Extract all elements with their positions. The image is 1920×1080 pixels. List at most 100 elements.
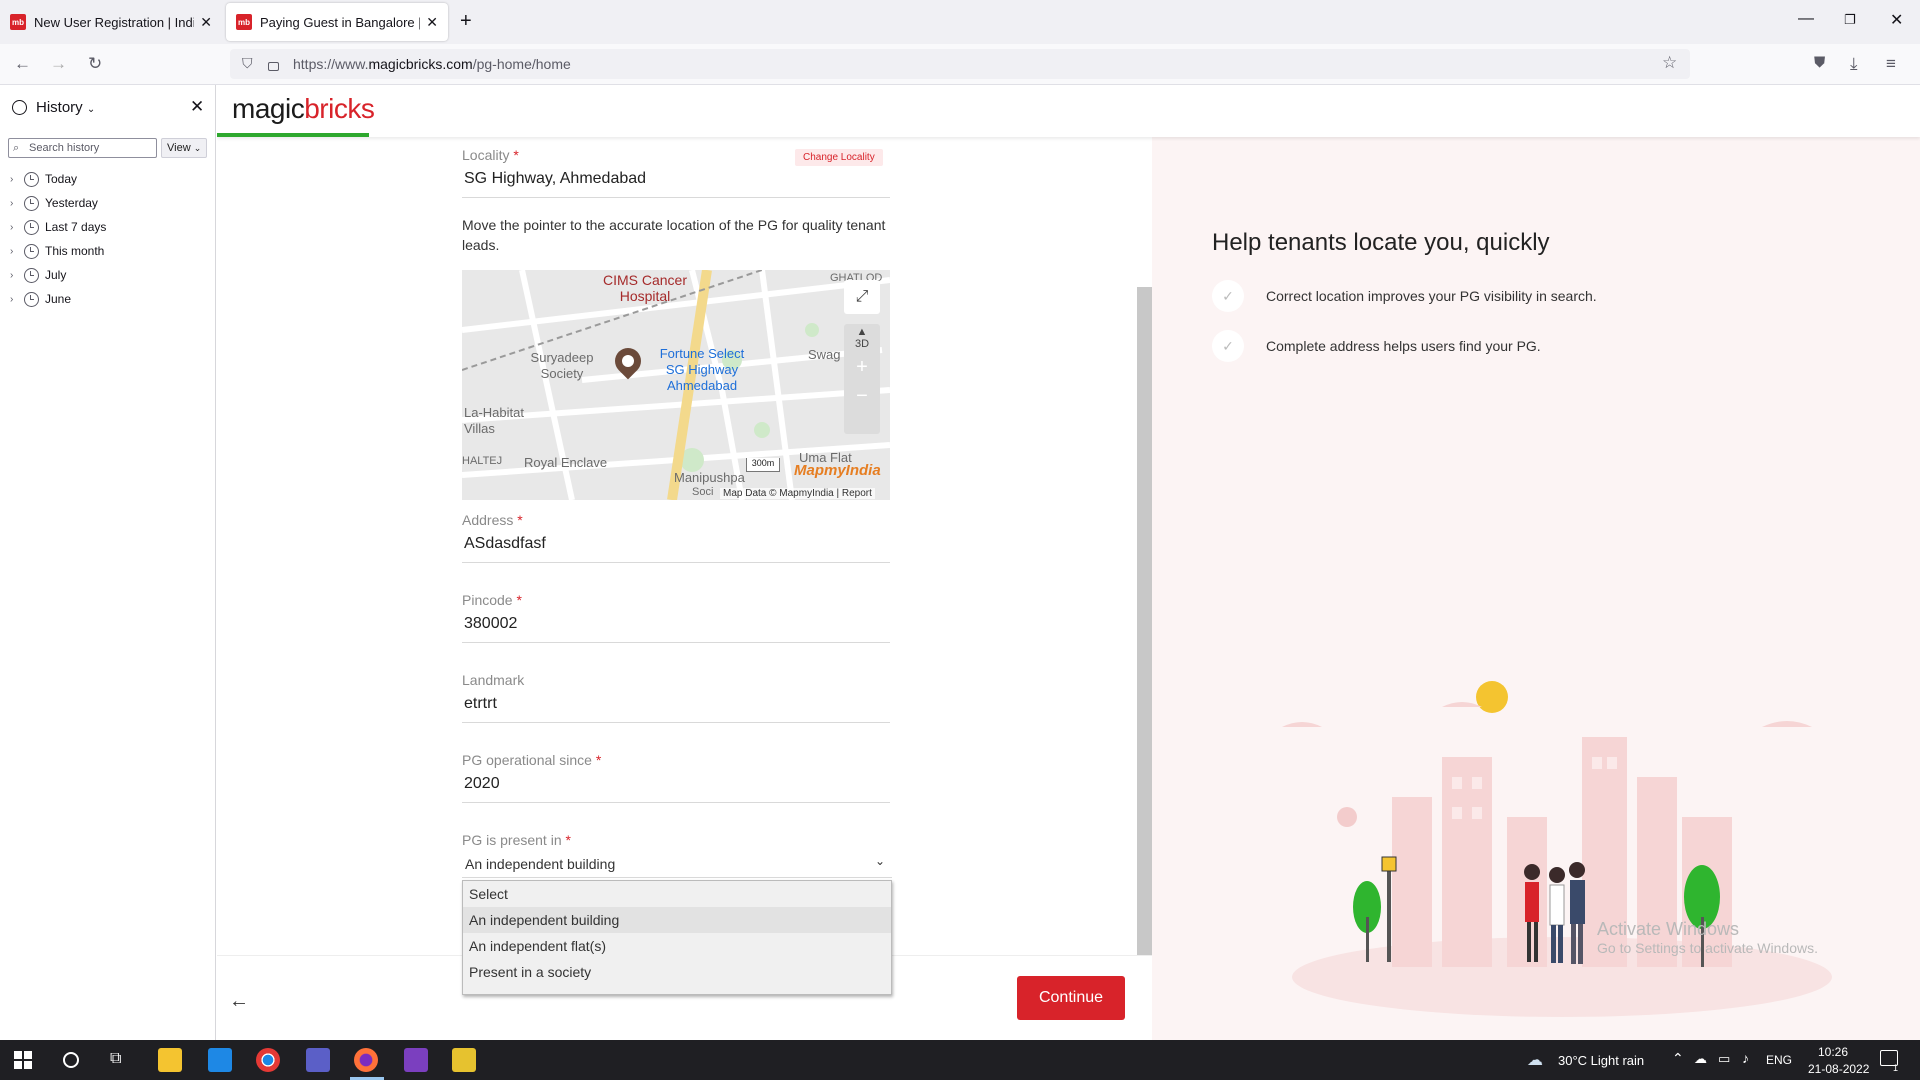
- teams-icon[interactable]: [306, 1048, 330, 1072]
- file-explorer-icon[interactable]: [158, 1048, 182, 1072]
- lock-icon[interactable]: [268, 62, 279, 71]
- pg-present-in-dropdown: Select An independent building An indepe…: [462, 880, 892, 995]
- onedrive-icon[interactable]: ☁: [1694, 1051, 1707, 1067]
- app-icon[interactable]: [452, 1048, 476, 1072]
- pincode-field[interactable]: 380002: [464, 615, 517, 633]
- bookmark-star-icon[interactable]: ☆: [1662, 53, 1677, 73]
- map-label: Soci: [692, 486, 714, 498]
- zoom-out-button[interactable]: −: [844, 385, 880, 408]
- site-header: magicbricks: [217, 85, 1920, 137]
- clock-icon: [24, 291, 39, 307]
- operational-since-label: PG operational since *: [462, 752, 602, 768]
- firefox-icon[interactable]: [354, 1048, 378, 1072]
- divider: [462, 877, 892, 878]
- history-item-today[interactable]: › Today: [10, 170, 77, 188]
- location-map[interactable]: CIMS Cancer Hospital GHATLOD Suryadeep S…: [462, 270, 890, 500]
- clock-icon: [24, 171, 39, 187]
- tab-new-user-registration[interactable]: mb New User Registration | Individual ✕: [0, 3, 222, 41]
- scrollbar[interactable]: [1137, 287, 1152, 1040]
- landmark-field[interactable]: etrtrt: [464, 695, 497, 713]
- pg-present-in-select[interactable]: An independent building: [465, 856, 615, 872]
- divider: [462, 802, 890, 803]
- dropdown-option[interactable]: Present in a society: [463, 959, 891, 985]
- history-title-dropdown[interactable]: History ⌄: [36, 99, 95, 116]
- url-bar[interactable]: ⛉ https://www.magicbricks.com/pg-home/ho…: [230, 49, 1690, 79]
- history-item-june[interactable]: › June: [10, 290, 71, 308]
- address-field[interactable]: ASdasdfasf: [464, 535, 546, 553]
- dropdown-option[interactable]: An independent flat(s): [463, 933, 891, 959]
- dropdown-option[interactable]: Select: [463, 881, 891, 907]
- browser-nav-bar: ← → ↻ ⛉ https://www.magicbricks.com/pg-h…: [0, 44, 1920, 85]
- close-sidebar-icon[interactable]: ✕: [190, 97, 204, 117]
- reload-icon[interactable]: ↻: [88, 54, 102, 74]
- weather-icon[interactable]: ☁: [1527, 1050, 1543, 1070]
- browser-tab-bar: mb New User Registration | Individual ✕ …: [0, 0, 1920, 44]
- notification-count: 1: [1893, 1063, 1899, 1073]
- weather-text[interactable]: 30°C Light rain: [1558, 1053, 1644, 1068]
- view-menu-button[interactable]: View ⌄: [161, 138, 207, 158]
- history-item-this-month[interactable]: › This month: [10, 242, 104, 260]
- back-arrow-button[interactable]: ←: [229, 990, 249, 1013]
- volume-icon[interactable]: ♪: [1742, 1050, 1749, 1066]
- close-tab-icon[interactable]: ✕: [426, 14, 438, 31]
- continue-button[interactable]: Continue: [1017, 976, 1125, 1020]
- help-panel: Help tenants locate you, quickly ✓ Corre…: [1152, 137, 1920, 1040]
- activate-windows-watermark: Activate Windows Go to Settings to activ…: [1597, 919, 1818, 956]
- language-indicator[interactable]: ENG: [1766, 1053, 1792, 1067]
- shield-icon[interactable]: ⛉: [242, 55, 253, 72]
- address-label: Address *: [462, 512, 523, 528]
- magicbricks-favicon: mb: [10, 14, 26, 30]
- close-window-icon[interactable]: ✕: [1890, 10, 1903, 30]
- change-locality-button[interactable]: Change Locality: [795, 149, 883, 166]
- zoom-in-button[interactable]: +: [844, 356, 880, 379]
- history-item-july[interactable]: › July: [10, 266, 66, 284]
- operational-since-field[interactable]: 2020: [464, 775, 500, 793]
- back-icon[interactable]: ←: [14, 54, 31, 74]
- task-view-icon[interactable]: ⧉: [110, 1050, 121, 1068]
- visual-studio-icon[interactable]: [404, 1048, 428, 1072]
- map-label: Royal Enclave: [524, 455, 608, 470]
- chrome-icon[interactable]: [256, 1048, 280, 1072]
- compass-icon[interactable]: ▲: [844, 326, 880, 338]
- windows-start-icon[interactable]: [14, 1051, 32, 1069]
- minimize-icon[interactable]: —: [1798, 10, 1814, 28]
- history-item-last-7-days[interactable]: › Last 7 days: [10, 218, 106, 236]
- tab-paying-guest[interactable]: mb Paying Guest in Bangalore | Real ✕: [226, 3, 448, 41]
- close-tab-icon[interactable]: ✕: [200, 14, 212, 31]
- chevron-down-icon[interactable]: ⌄: [875, 854, 885, 868]
- history-search-input[interactable]: Search history: [8, 138, 157, 158]
- menu-icon[interactable]: ≡: [1886, 54, 1896, 74]
- history-item-yesterday[interactable]: › Yesterday: [10, 194, 98, 212]
- check-icon: ✓: [1212, 280, 1244, 312]
- map-label: CIMS Cancer Hospital: [602, 272, 688, 304]
- tab-title: New User Registration | Individual: [34, 14, 194, 30]
- vscode-icon[interactable]: [208, 1048, 232, 1072]
- mapmyindia-logo: MapmyIndia: [794, 462, 881, 479]
- chevron-right-icon: ›: [10, 221, 14, 233]
- chevron-up-icon[interactable]: ⌃: [1672, 1050, 1684, 1067]
- chevron-right-icon: ›: [10, 245, 14, 257]
- clock-date[interactable]: 21-08-2022: [1808, 1062, 1869, 1076]
- 3d-button[interactable]: 3D: [844, 338, 880, 350]
- pocket-icon[interactable]: ⛊: [1814, 54, 1825, 71]
- dropdown-option[interactable]: An independent building: [463, 907, 891, 933]
- help-title: Help tenants locate you, quickly: [1212, 229, 1550, 256]
- network-icon[interactable]: ▭: [1718, 1051, 1730, 1067]
- url-text[interactable]: https://www.magicbricks.com/pg-home/home: [293, 56, 571, 72]
- search-icon[interactable]: [63, 1052, 79, 1068]
- magicbricks-logo[interactable]: magicbricks: [232, 93, 375, 125]
- clock-icon: [24, 243, 39, 259]
- landmark-label: Landmark: [462, 672, 525, 688]
- clock-time[interactable]: 10:26: [1818, 1045, 1848, 1059]
- restore-icon[interactable]: ❐: [1844, 12, 1856, 28]
- downloads-icon[interactable]: ⤓: [1850, 54, 1858, 74]
- chevron-right-icon: ›: [10, 293, 14, 305]
- fullscreen-icon[interactable]: ⤢: [844, 280, 880, 314]
- magicbricks-favicon: mb: [236, 14, 252, 30]
- forward-icon[interactable]: →: [50, 54, 67, 74]
- progress-indicator: [217, 133, 369, 137]
- clock-icon: [24, 267, 39, 283]
- map-attribution[interactable]: Map Data © MapmyIndia | Report: [720, 488, 875, 499]
- locality-value[interactable]: SG Highway, Ahmedabad: [464, 170, 646, 188]
- new-tab-button[interactable]: +: [460, 10, 472, 33]
